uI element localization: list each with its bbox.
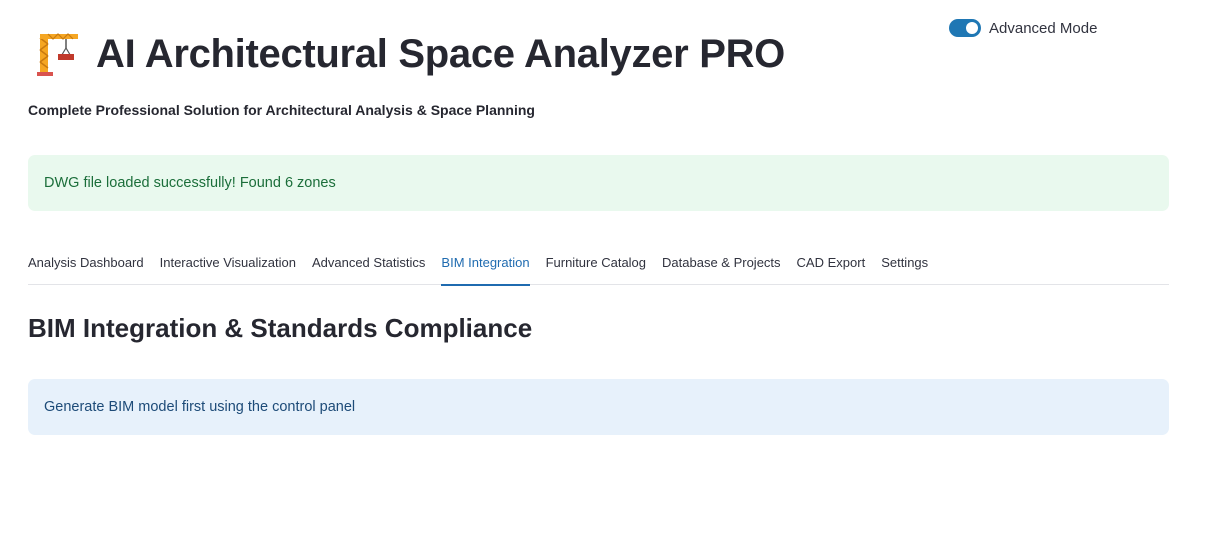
page-title: AI Architectural Space Analyzer PRO — [96, 31, 785, 76]
success-alert-text: DWG file loaded successfully! Found 6 zo… — [44, 175, 336, 191]
section-heading: BIM Integration & Standards Compliance — [28, 313, 533, 343]
advanced-mode-label: Advanced Mode — [989, 19, 1098, 37]
construction-crane-icon — [37, 33, 78, 76]
app-page: Advanced Mode AI Architectural Space Ana… — [0, 0, 1205, 538]
success-alert: DWG file loaded successfully! Found 6 zo… — [28, 155, 1169, 211]
tab-database-projects[interactable]: Database & Projects — [662, 245, 781, 285]
info-alert-text: Generate BIM model first using the contr… — [44, 399, 356, 415]
tab-settings[interactable]: Settings — [881, 245, 928, 285]
tab-advanced-statistics[interactable]: Advanced Statistics — [312, 245, 425, 285]
tab-cad-export[interactable]: CAD Export — [797, 245, 866, 285]
page-subtitle: Complete Professional Solution for Archi… — [28, 102, 535, 118]
tab-interactive-visualization[interactable]: Interactive Visualization — [160, 245, 296, 285]
tab-analysis-dashboard[interactable]: Analysis Dashboard — [28, 245, 144, 285]
advanced-mode-toggle[interactable]: Advanced Mode — [949, 19, 1097, 37]
tab-furniture-catalog[interactable]: Furniture Catalog — [546, 245, 646, 285]
title-row: AI Architectural Space Analyzer PRO — [34, 30, 785, 78]
toggle-switch[interactable] — [949, 19, 981, 37]
tab-bar: Analysis Dashboard Interactive Visualiza… — [28, 245, 1169, 286]
toggle-knob — [966, 22, 978, 34]
info-alert: Generate BIM model first using the contr… — [28, 379, 1169, 435]
tab-bim-integration[interactable]: BIM Integration — [441, 245, 530, 286]
